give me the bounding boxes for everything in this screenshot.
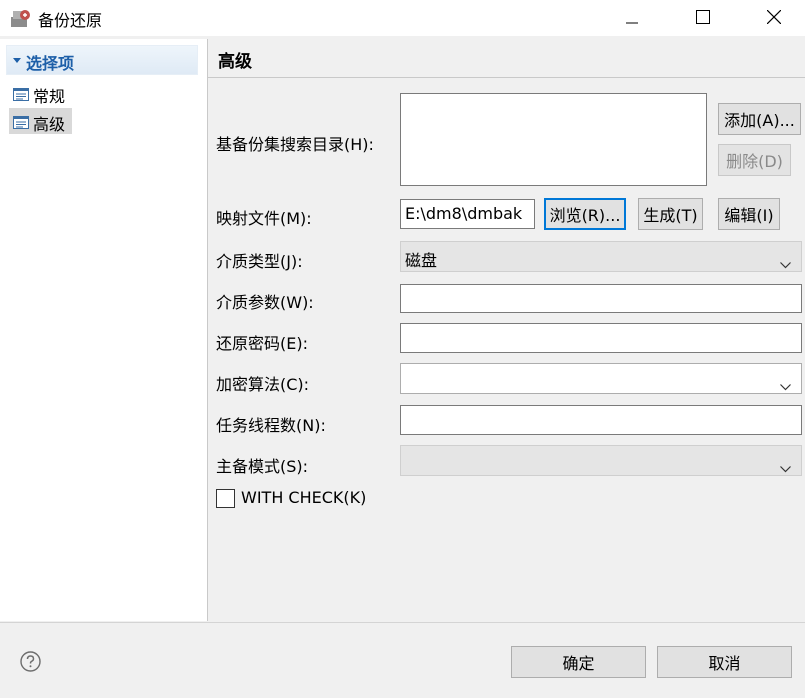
media-type-select[interactable]: 磁盘 <box>400 241 802 272</box>
cancel-button[interactable]: 取消 <box>657 646 792 678</box>
with-check-label[interactable]: WITH CHECK(K) <box>241 488 366 507</box>
with-check-checkbox[interactable] <box>216 489 235 508</box>
task-threads-input[interactable] <box>400 405 802 435</box>
tree-root-label: 选择项 <box>26 54 75 73</box>
page-icon <box>13 86 29 105</box>
options-tree: 选择项 常规 高级 <box>0 39 208 621</box>
map-file-value: E:\dm8\dmbak <box>405 204 523 223</box>
advanced-panel: 高级 基备份集搜索目录(H): 添加(A)... 删除(D) 映射文件(M): … <box>208 39 805 621</box>
help-icon[interactable] <box>20 651 41 676</box>
map-file-label: 映射文件(M): <box>216 209 312 228</box>
minimize-button[interactable] <box>609 0 655 36</box>
expand-triangle-icon <box>13 58 21 63</box>
media-type-label: 介质类型(J): <box>216 252 303 271</box>
encrypt-algo-label: 加密算法(C): <box>216 375 310 394</box>
encrypt-algo-select[interactable] <box>400 363 802 394</box>
chevron-down-icon <box>780 376 791 395</box>
maximize-button[interactable] <box>680 0 726 36</box>
page-icon <box>13 114 29 133</box>
title-bar: 备份还原 <box>0 0 805 36</box>
media-type-value: 磁盘 <box>405 251 438 270</box>
primary-mode-label: 主备模式(S): <box>216 457 309 476</box>
primary-mode-select[interactable] <box>400 445 802 476</box>
close-icon <box>766 9 782 28</box>
browse-button[interactable]: 浏览(R)... <box>544 198 626 230</box>
close-button[interactable] <box>751 0 797 36</box>
page-title: 高级 <box>218 52 252 72</box>
sidebar-item-general[interactable]: 常规 <box>9 80 69 106</box>
ok-button[interactable]: 确定 <box>511 646 646 678</box>
delete-button[interactable]: 删除(D) <box>718 144 791 176</box>
media-params-input[interactable] <box>400 284 802 313</box>
restore-password-input[interactable] <box>400 323 802 353</box>
base-dir-label: 基备份集搜索目录(H): <box>216 135 374 154</box>
minimize-icon <box>626 9 638 28</box>
sidebar-item-label: 高级 <box>33 115 66 134</box>
backup-app-icon <box>10 8 32 28</box>
generate-button[interactable]: 生成(T) <box>638 198 703 230</box>
chevron-down-icon <box>780 458 791 477</box>
map-file-field[interactable]: E:\dm8\dmbak <box>400 199 535 229</box>
add-button[interactable]: 添加(A)... <box>718 103 801 135</box>
restore-password-label: 还原密码(E): <box>216 334 308 353</box>
tree-root-options[interactable]: 选择项 <box>6 45 198 75</box>
window-title: 备份还原 <box>38 11 103 30</box>
media-params-label: 介质参数(W): <box>216 293 314 312</box>
maximize-icon <box>696 9 710 28</box>
sidebar-item-advanced[interactable]: 高级 <box>9 108 72 134</box>
chevron-down-icon <box>780 254 791 273</box>
panel-header: 高级 <box>208 39 805 78</box>
sidebar-item-label: 常规 <box>33 87 66 106</box>
base-dir-list[interactable] <box>400 93 707 186</box>
task-threads-label: 任务线程数(N): <box>216 416 326 435</box>
edit-button[interactable]: 编辑(I) <box>718 198 780 230</box>
